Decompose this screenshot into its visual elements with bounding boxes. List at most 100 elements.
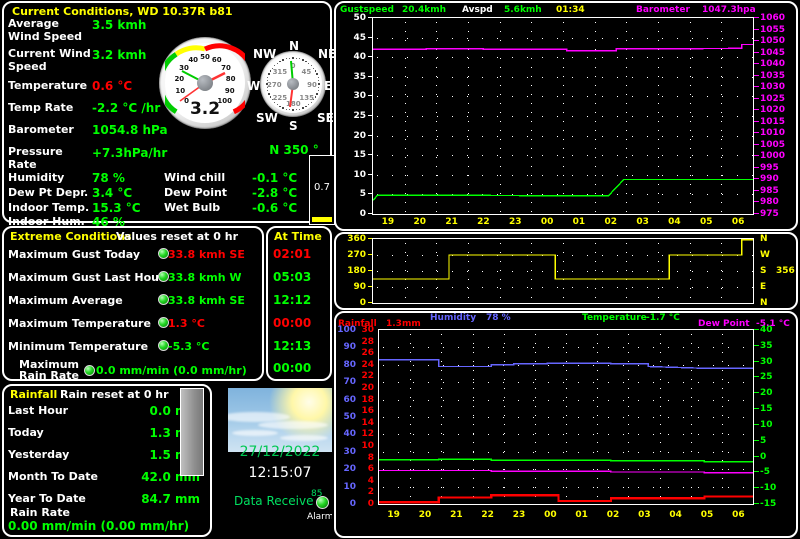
rainfall-subtitle: Rain reset at 0 hr: [60, 388, 169, 401]
extreme-row: Maximum Rain Rate 0.0 mm/min (0.0 mm/hr): [8, 358, 262, 381]
rainfall-label-2: Yesterday: [8, 448, 70, 461]
gust-xtick-20: 20: [413, 217, 427, 227]
extreme-value-0: 33.8 kmh SE: [168, 248, 245, 261]
baro-yright-1040: 1040: [760, 59, 786, 70]
extreme-conditions-panel: Extreme Conditions Values reset at 0 hr …: [2, 226, 264, 381]
rain-ytick-30: 30: [361, 325, 374, 335]
extreme-row: Maximum Temperature 1.3 °C: [8, 313, 262, 336]
baro-yright-1025: 1025: [760, 93, 786, 104]
gust-yleft-15: 15: [353, 150, 366, 161]
gust-yleft-tick: [368, 134, 372, 136]
extreme-row: Minimum Temperature -5.3 °C: [8, 336, 262, 359]
gust-yleft-0: 0: [359, 209, 366, 219]
webcam-image: [228, 388, 332, 452]
hum-ytick-80: 80: [343, 359, 356, 370]
dir-ytick-90: 90: [353, 282, 366, 292]
at-time-value-5: 00:00: [273, 361, 312, 375]
secondary-value-1: -2.8 °C: [252, 186, 298, 200]
wind-gauge-hub: [197, 75, 213, 91]
temp-ytick-mark: [754, 487, 759, 489]
alarm-label: Alarm: [307, 512, 332, 522]
current-value-4: 1054.8 hPa: [92, 123, 168, 137]
current-value-7: 3.4 °C: [92, 186, 133, 200]
rain-ytick-16: 16: [361, 406, 374, 417]
gust-yleft-tick: [368, 36, 372, 38]
extreme-at-time-panel: At Time 02:01 05:03 12:12 00:00 12:13 00:00: [266, 226, 332, 381]
gust-xtick-00: 00: [540, 217, 554, 227]
rain-bar-gauge-fill: [312, 217, 332, 222]
rain-temp-traces: [379, 334, 753, 504]
temp-ytick-15: 15: [760, 404, 773, 415]
gust-header-1: 20.4kmh: [402, 5, 446, 15]
extreme-value-2: 33.8 kmh SE: [168, 294, 245, 307]
rain-header-2: Humidity: [430, 313, 477, 323]
current-label-7: Dew Pt Depr.: [8, 186, 89, 199]
dir-ytick-mark: [368, 302, 372, 303]
baro-yright-tick: [754, 97, 759, 99]
alarm-led-icon[interactable]: [316, 496, 329, 509]
temp-ytick--5: -5: [760, 467, 770, 478]
extreme-row: Maximum Average 33.8 kmh SE: [8, 290, 262, 313]
extreme-label-4: Minimum Temperature: [8, 340, 149, 353]
baro-yright-tick: [754, 166, 759, 168]
secondary-value-0: -0.1 °C: [252, 171, 298, 185]
secondary-label-0: Wind chill: [164, 171, 226, 184]
rainfall-scrollbar[interactable]: [180, 388, 204, 476]
hum-ytick-10: 10: [343, 481, 356, 492]
baro-yright-1020: 1020: [760, 105, 786, 116]
gust-xtick-04: 04: [668, 217, 681, 227]
gust-yleft-50: 50: [353, 13, 366, 23]
rain-ytick-24: 24: [361, 359, 374, 370]
dir-compass-N: N: [760, 234, 768, 244]
extreme-conditions-title: Extreme Conditions: [10, 230, 132, 243]
at-time-value-0: 02:01: [273, 247, 312, 261]
dir-ytick-0: 0: [359, 298, 366, 308]
baro-yright-1050: 1050: [760, 36, 786, 47]
rainfall-title: Rainfall: [10, 388, 58, 401]
rain-xtick-01: 01: [575, 510, 588, 520]
dir-current-value: 356: [776, 266, 795, 276]
current-value-8: 15.3 °C: [92, 201, 141, 215]
temp-ytick-mark: [754, 503, 759, 504]
temp-ytick-mark: [754, 392, 759, 394]
gust-yleft-tick: [368, 115, 372, 116]
compass-cardinal-S: S: [289, 119, 298, 133]
temp-ytick--15: -15: [760, 499, 777, 509]
gust-yleft-10: 10: [353, 169, 366, 180]
temp-ytick-mark: [754, 423, 759, 425]
compass-cardinal-N: N: [289, 39, 300, 53]
current-label-5: Pressure Rate: [8, 145, 63, 171]
current-label-6: Humidity: [8, 171, 65, 184]
baro-yright-1035: 1035: [760, 70, 786, 81]
current-time: 12:15:07: [248, 465, 312, 481]
gustspeed-barometer-chart: Gustspeed 20.4kmh Avspd 5.6kmh 01:34 Baromete…: [334, 1, 798, 231]
dir-ytick-mark: [368, 254, 372, 255]
extreme-row: Maximum Gust Today 33.8 kmh SE: [8, 244, 262, 267]
wind-direction-compass: 0 45 90 135 180 225 270 315: [260, 51, 326, 117]
rainfall-label-0: Last Hour: [8, 404, 69, 417]
hum-ytick-30: 30: [343, 446, 356, 457]
current-label-0: Average Wind Speed: [8, 17, 83, 43]
temp-ytick-35: 35: [760, 340, 773, 351]
dir-ytick-mark: [368, 238, 372, 239]
rain-xtick-20: 20: [418, 510, 432, 520]
baro-yright-tick: [754, 74, 759, 76]
baro-yright-1000: 1000: [760, 151, 786, 162]
extreme-label-2: Maximum Average: [8, 294, 123, 307]
temp-ytick-20: 20: [760, 388, 773, 399]
rain-xtick-22: 22: [481, 510, 494, 520]
gust-yleft-30: 30: [353, 91, 366, 102]
baro-yright-990: 990: [760, 174, 779, 185]
rain-humidity-temp-chart: Rainfall 1.3mm Humidity 78 % Temperature -1.7…: [334, 311, 798, 538]
secondary-label-2: Wet Bulb: [164, 201, 221, 214]
current-value-6: 78 %: [92, 171, 125, 185]
baro-yright-tick: [754, 86, 759, 88]
gust-yleft-tick: [368, 75, 372, 77]
rain-ytick-12: 12: [361, 429, 374, 440]
rain-xtick-04: 04: [669, 510, 682, 520]
rain-ytick-14: 14: [361, 417, 374, 428]
hum-ytick-100: 100: [337, 325, 356, 335]
gust-xtick-19: 19: [381, 217, 395, 227]
temp-ytick-mark: [754, 408, 759, 410]
temp-ytick-10: 10: [760, 419, 773, 430]
